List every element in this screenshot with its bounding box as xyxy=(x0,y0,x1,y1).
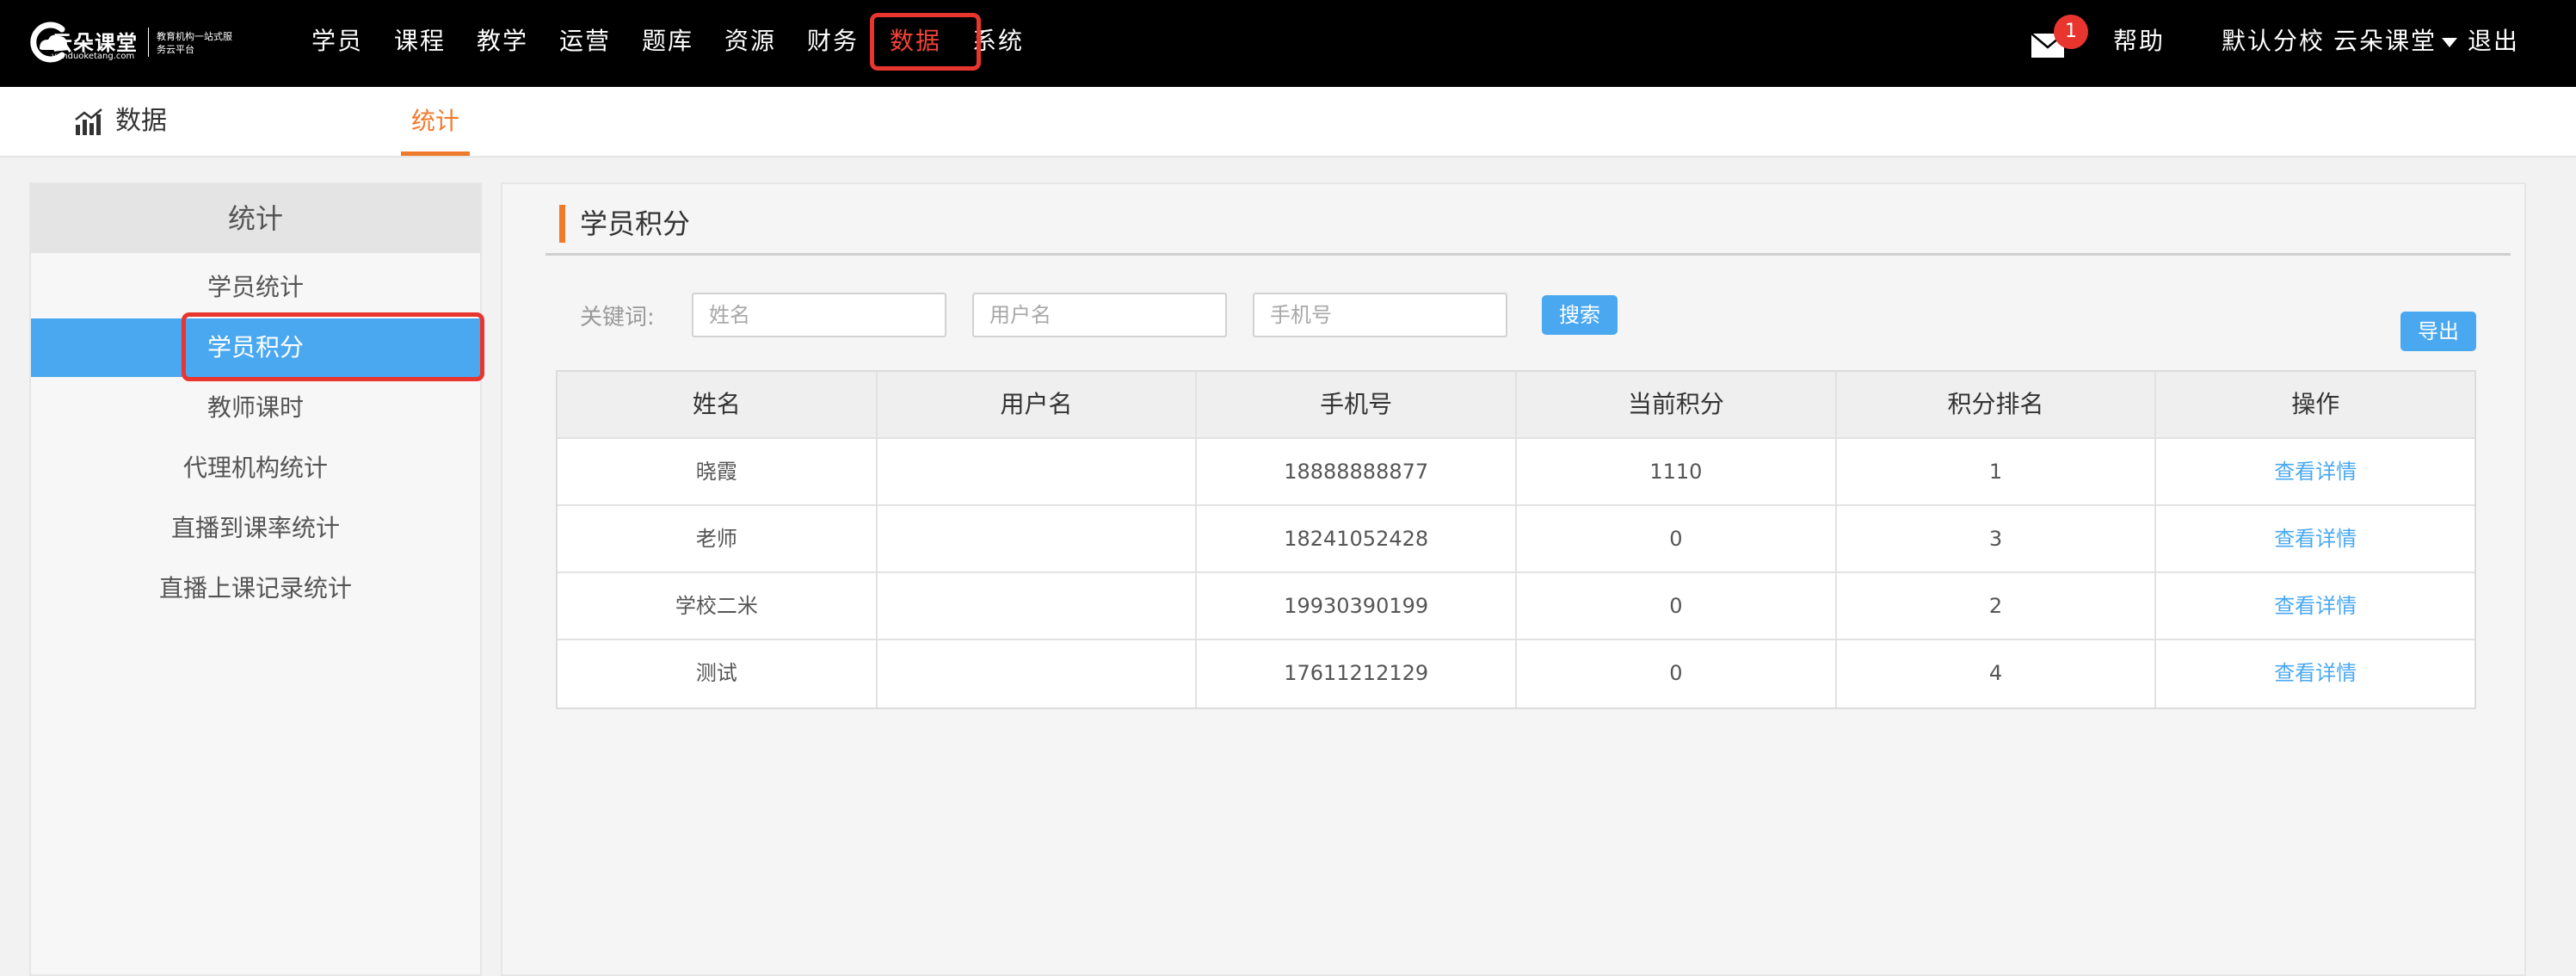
cell-phone: 19930390199 xyxy=(1197,573,1518,639)
page-title: 学员积分 xyxy=(580,207,691,240)
cell-rank: 1 xyxy=(1837,439,2157,504)
cell-username xyxy=(878,439,1198,504)
table-row: 晓霞 18888888877 1110 1 查看详情 xyxy=(558,439,2474,506)
cell-phone: 18241052428 xyxy=(1197,506,1518,571)
cell-name: 晓霞 xyxy=(558,439,878,504)
bar-chart-icon xyxy=(75,108,102,135)
school-selector[interactable]: 默认分校 xyxy=(2222,24,2325,59)
nav-item-finance[interactable]: 财务 xyxy=(807,24,859,59)
cell-username xyxy=(878,573,1198,639)
logo-slogan: 教育机构一站式服务云平台 xyxy=(157,31,232,55)
table-row: 老师 18241052428 0 3 查看详情 xyxy=(558,506,2474,573)
table-row: 学校二米 19930390199 0 2 查看详情 xyxy=(558,573,2474,640)
header-name: 姓名 xyxy=(558,372,878,437)
view-details-link[interactable]: 查看详情 xyxy=(2274,594,2357,618)
header-rank: 积分排名 xyxy=(1837,372,2157,437)
nav-item-operations[interactable]: 运营 xyxy=(559,24,611,59)
title-divider xyxy=(545,253,2511,256)
cell-username xyxy=(878,640,1198,707)
cell-action: 查看详情 xyxy=(2156,573,2474,639)
active-tab-underline xyxy=(401,151,470,156)
section-title: 数据 xyxy=(115,106,167,136)
sidebar-item-live-records[interactable]: 直播上课记录统计 xyxy=(31,559,480,618)
sidebar-item-student-stats[interactable]: 学员统计 xyxy=(31,258,480,317)
username-search-input[interactable] xyxy=(972,293,1227,337)
chevron-down-icon[interactable] xyxy=(2442,38,2457,47)
header-phone: 手机号 xyxy=(1197,372,1518,437)
cell-points: 1110 xyxy=(1517,439,1837,504)
user-menu[interactable]: 云朵课堂 xyxy=(2333,24,2437,59)
sidebar-item-live-attendance[interactable]: 直播到课率统计 xyxy=(31,499,480,558)
cell-action: 查看详情 xyxy=(2156,439,2474,504)
title-accent-bar xyxy=(559,205,565,243)
name-search-input[interactable] xyxy=(692,293,946,337)
cell-points: 0 xyxy=(1517,573,1837,639)
nav-item-courses[interactable]: 课程 xyxy=(394,24,446,59)
nav-item-system[interactable]: 系统 xyxy=(972,24,1024,59)
export-button[interactable]: 导出 xyxy=(2400,312,2476,351)
cell-username xyxy=(878,506,1198,571)
cell-phone: 17611212129 xyxy=(1197,640,1518,707)
nav-item-students[interactable]: 学员 xyxy=(311,24,363,59)
logo-mark: 云朵课堂 yunduoketang.com xyxy=(28,15,148,67)
cell-name: 学校二米 xyxy=(558,573,878,639)
sidebar: 统计 学员统计 学员积分 教师课时 代理机构统计 直播到课率统计 直播上课记录统… xyxy=(29,182,482,976)
search-button[interactable]: 搜索 xyxy=(1542,295,1618,335)
main-panel: 学员积分 关键词: 搜索 导出 姓名 用户名 手机号 当前积分 积分排名 操作 … xyxy=(501,182,2526,976)
top-navbar: 云朵课堂 yunduoketang.com 教育机构一站式服务云平台 学员 课程… xyxy=(0,0,2576,87)
sidebar-heading: 统计 xyxy=(31,184,480,253)
view-details-link[interactable]: 查看详情 xyxy=(2274,460,2357,484)
unread-badge: 1 xyxy=(2054,15,2088,49)
logout-link[interactable]: 退出 xyxy=(2468,24,2519,59)
cell-rank: 4 xyxy=(1837,640,2157,707)
sub-header: 数据 统计 xyxy=(0,87,2576,158)
help-link[interactable]: 帮助 xyxy=(2113,24,2165,59)
cell-rank: 2 xyxy=(1837,573,2157,639)
table-header-row: 姓名 用户名 手机号 当前积分 积分排名 操作 xyxy=(558,372,2474,439)
keyword-label: 关键词: xyxy=(580,305,655,330)
nav-item-teaching[interactable]: 教学 xyxy=(477,24,528,59)
cell-action: 查看详情 xyxy=(2156,506,2474,571)
nav-item-data[interactable]: 数据 xyxy=(890,24,941,59)
view-details-link[interactable]: 查看详情 xyxy=(2274,527,2357,551)
cell-points: 0 xyxy=(1517,640,1837,707)
tab-statistics[interactable]: 统计 xyxy=(401,87,470,156)
nav-item-question-bank[interactable]: 题库 xyxy=(642,24,693,59)
cell-action: 查看详情 xyxy=(2156,640,2474,707)
table-row: 测试 17611212129 0 4 查看详情 xyxy=(558,640,2474,707)
phone-search-input[interactable] xyxy=(1253,293,1507,337)
sidebar-item-teacher-hours[interactable]: 教师课时 xyxy=(31,379,480,437)
view-details-link[interactable]: 查看详情 xyxy=(2274,661,2357,685)
cell-phone: 18888888877 xyxy=(1197,439,1518,504)
header-points: 当前积分 xyxy=(1517,372,1837,437)
sidebar-item-agency-stats[interactable]: 代理机构统计 xyxy=(31,439,480,497)
cell-points: 0 xyxy=(1517,506,1837,571)
nav-item-resources[interactable]: 资源 xyxy=(724,24,776,59)
logo-url: yunduoketang.com xyxy=(52,52,135,61)
header-action: 操作 xyxy=(2291,390,2340,418)
cell-name: 测试 xyxy=(558,640,878,707)
header-username: 用户名 xyxy=(878,372,1198,437)
points-table: 姓名 用户名 手机号 当前积分 积分排名 操作 晓霞 18888888877 1… xyxy=(556,370,2476,709)
logo-divider xyxy=(148,28,149,57)
logo[interactable]: 云朵课堂 yunduoketang.com 教育机构一站式服务云平台 xyxy=(28,15,232,67)
sidebar-item-student-points[interactable]: 学员积分 xyxy=(31,318,480,377)
cell-name: 老师 xyxy=(558,506,878,571)
cell-rank: 3 xyxy=(1837,506,2157,571)
